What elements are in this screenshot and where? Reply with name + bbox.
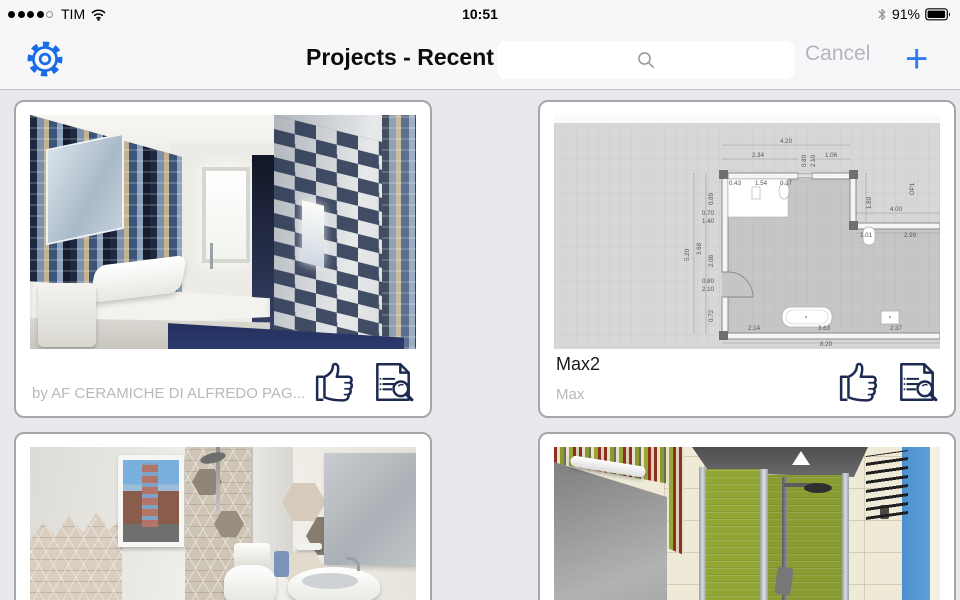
svg-text:0.72: 0.72 (708, 309, 715, 322)
towel-ladder (866, 450, 908, 520)
svg-text:2.99: 2.99 (904, 232, 917, 239)
glass-door-frame (842, 473, 849, 600)
battery-icon (925, 7, 950, 20)
svg-text:0.89: 0.89 (708, 192, 715, 205)
wifi-icon (91, 8, 106, 21)
project-thumbnail-floorplan: 4.20 2.34 0.80 2.10 1.06 0.43 1.54 0.37 0.89 0.70… (554, 115, 940, 349)
project-subtitle: Max (556, 386, 585, 403)
svg-text:8.20: 8.20 (820, 341, 833, 348)
svg-text:3.63: 3.63 (818, 325, 831, 332)
window-building (142, 463, 158, 527)
project-thumbnail-render (554, 447, 940, 600)
svg-text:3.68: 3.68 (696, 242, 703, 255)
settings-button[interactable] (24, 38, 66, 80)
svg-text:0.70: 0.70 (702, 210, 715, 217)
mirror (46, 132, 124, 246)
ceiling-lamp (792, 451, 810, 465)
battery-percent: 91% (891, 6, 920, 22)
svg-text:0.80: 0.80 (801, 154, 808, 167)
svg-text:2.14: 2.14 (748, 325, 761, 332)
svg-text:1.40: 1.40 (702, 218, 715, 225)
gear-icon (27, 41, 63, 77)
svg-text:2.10: 2.10 (702, 286, 715, 293)
thumbs-up-icon (315, 362, 354, 402)
towel-blue (274, 551, 289, 577)
floorplan-drawing: 4.202.34 0.80 2.10 1.060.43 1.54 0.370.890.70… (554, 115, 940, 349)
cancel-button[interactable]: Cancel (805, 42, 870, 66)
right-wall-window-reflection (302, 200, 324, 268)
project-details-button[interactable] (894, 361, 940, 406)
svg-text:1.54: 1.54 (755, 180, 768, 187)
add-project-button[interactable]: + (905, 30, 928, 88)
green-shower-back-panel (704, 469, 762, 600)
toilet (224, 565, 276, 600)
project-card-green-shower[interactable] (538, 432, 956, 600)
svg-text:0.37: 0.37 (780, 180, 793, 187)
svg-text:4.00: 4.00 (890, 206, 903, 213)
project-card-af-ceramiche[interactable]: by AF CERAMICHE DI ALFREDO PAG... (14, 100, 432, 418)
status-bar: TIM 10:51 91% (0, 0, 960, 28)
shower-head (804, 483, 832, 493)
search-input[interactable] (497, 41, 795, 79)
project-title: Max2 (556, 354, 601, 374)
svg-text:0.80: 0.80 (702, 278, 715, 285)
search-field-wrap (497, 41, 795, 79)
faucet (210, 243, 213, 269)
like-button[interactable] (838, 361, 884, 406)
svg-text:1.80: 1.80 (866, 196, 873, 209)
svg-text:2.10: 2.10 (810, 154, 817, 167)
svg-text:2.34: 2.34 (752, 152, 765, 159)
document-search-icon (376, 362, 414, 402)
project-author-caption: by AF CERAMICHE DI ALFREDO PAG... (32, 385, 306, 402)
wall-edge-white (930, 447, 940, 600)
project-details-button[interactable] (370, 361, 416, 406)
svg-text:2.08: 2.08 (708, 254, 715, 267)
document-search-icon (900, 362, 938, 402)
page-title: Projects - Recent (306, 44, 494, 70)
project-card-hex-bathroom[interactable] (14, 432, 432, 600)
svg-text:5.20: 5.20 (684, 248, 691, 261)
svg-text:2.37: 2.37 (890, 325, 903, 332)
glass-door-frame (760, 469, 768, 600)
soap-box (38, 283, 96, 347)
bluetooth-icon (878, 8, 886, 20)
project-card-max2[interactable]: 4.20 2.34 0.80 2.10 1.06 0.43 1.54 0.37 0.89 0.70… (538, 100, 956, 418)
project-thumbnail-render (30, 447, 416, 600)
cell-signal-icon (8, 10, 53, 18)
soap-shelf (296, 543, 322, 550)
mirror (554, 462, 667, 600)
like-button[interactable] (314, 361, 360, 406)
svg-text:4.20: 4.20 (780, 138, 793, 145)
mirror (324, 453, 416, 565)
glass-door-frame (699, 467, 706, 600)
right-wall-mosaic-column (382, 115, 416, 349)
svg-text:0.43: 0.43 (729, 180, 742, 187)
nav-bar: Projects - Recent Cancel + (0, 28, 960, 90)
svg-text:OP1: OP1 (909, 182, 916, 195)
carrier-label: TIM (61, 6, 86, 22)
sink-basin (302, 573, 358, 589)
project-thumbnail-render (30, 115, 416, 349)
right-wall-tiles (274, 115, 382, 349)
svg-text:1.01: 1.01 (860, 232, 873, 239)
svg-text:1.06: 1.06 (825, 152, 838, 159)
thumbs-up-icon (839, 362, 878, 402)
clock: 10:51 (462, 6, 498, 22)
